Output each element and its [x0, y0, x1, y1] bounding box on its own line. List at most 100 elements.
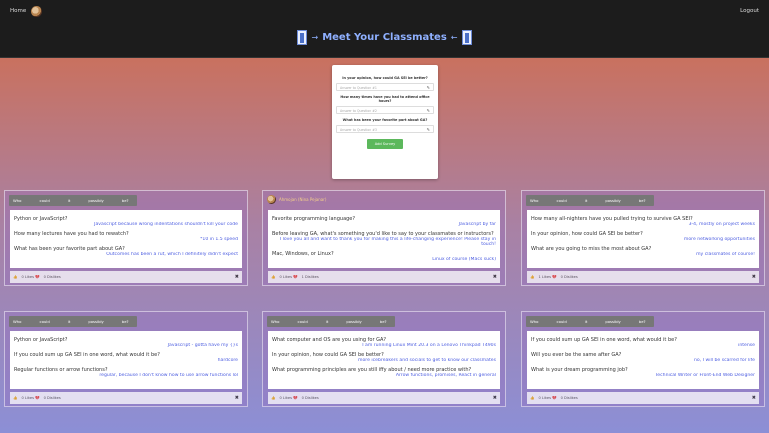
likes-count: 1 Likes	[538, 275, 551, 279]
thumbs-down-icon[interactable]: 💔	[35, 275, 39, 279]
tab-it[interactable]: it	[585, 319, 588, 324]
add-survey-button[interactable]: Add Survey	[367, 139, 403, 149]
answer-text: Javascript - gotta have my {}s	[167, 343, 238, 348]
delete-icon[interactable]: ✖	[235, 395, 239, 401]
brand-header: → Meet Your Classmates ←	[0, 30, 769, 49]
delete-icon[interactable]: ✖	[493, 274, 497, 280]
avatar[interactable]	[31, 6, 42, 17]
answer-text: Javascript by far	[458, 222, 496, 227]
door-icon	[297, 30, 308, 45]
answer-text: Outcomes has been a rut, which I definit…	[106, 252, 238, 258]
reveal-tabs[interactable]: Who could it possibly be?	[9, 316, 137, 327]
dislikes-count: 0 Dislikes	[560, 396, 578, 400]
door-icon	[461, 30, 472, 45]
survey-card: Who could it possibly be? Python or JavaScri…	[4, 311, 248, 407]
thumbs-up-icon[interactable]: 👍	[271, 275, 275, 279]
main-area: In your opinion, how could GA SEI be bet…	[0, 58, 769, 433]
survey-answer-3-input[interactable]: Answer to Question #3 ✎	[336, 125, 434, 133]
tab-possibly[interactable]: possibly	[346, 319, 361, 324]
reveal-tabs[interactable]: Who could it possibly be?	[9, 195, 137, 206]
card-footer: 👍 0 Likes 💔 0 Dislikes ✖	[10, 271, 242, 283]
tab-it[interactable]: it	[326, 319, 329, 324]
tab-possibly[interactable]: possibly	[88, 198, 103, 203]
thumbs-down-icon[interactable]: 💔	[293, 275, 297, 279]
thumbs-up-icon[interactable]: 👍	[13, 396, 17, 400]
tab-who[interactable]: Who	[530, 319, 538, 324]
tab-it[interactable]: it	[68, 319, 71, 324]
delete-icon[interactable]: ✖	[493, 395, 497, 401]
answer-text: my classmates of course!	[696, 252, 755, 258]
thumbs-down-icon[interactable]: 💔	[293, 396, 297, 400]
qa-list: Python or JavaScript? Javascript because…	[10, 210, 242, 268]
answer-text: Technical Writer or Front-End Web Design…	[655, 373, 755, 379]
delete-icon[interactable]: ✖	[752, 395, 756, 401]
thumbs-down-icon[interactable]: 💔	[35, 396, 39, 400]
tab-possibly[interactable]: possibly	[605, 198, 620, 203]
answer-text: Arrow functions, promises, React in gene…	[395, 373, 496, 379]
tab-could[interactable]: could	[297, 319, 307, 324]
delete-icon[interactable]: ✖	[752, 274, 756, 280]
tab-it[interactable]: it	[585, 198, 588, 203]
nav-home-link[interactable]: Home	[10, 8, 26, 14]
answer-text: I am running Linux Mint 20.3 on a Lenovo…	[362, 343, 496, 348]
survey-answer-2-input[interactable]: Answer to Question #2 ✎	[336, 106, 434, 114]
likes-count: 0 Likes	[279, 396, 292, 400]
tab-possibly[interactable]: possibly	[605, 319, 620, 324]
tab-be[interactable]: be?	[639, 198, 646, 203]
dislikes-count: 1 Dislikes	[301, 275, 319, 279]
likes-count: 0 Likes	[538, 396, 551, 400]
card-footer: 👍 0 Likes 💔 0 Dislikes ✖	[10, 392, 242, 404]
tab-could[interactable]: could	[39, 198, 49, 203]
tab-be[interactable]: be?	[122, 198, 129, 203]
reveal-tabs[interactable]: Who could it possibly be?	[526, 195, 654, 206]
arrow-right-icon: →	[311, 33, 319, 42]
thumbs-up-icon[interactable]: 👍	[530, 396, 534, 400]
survey-card: Who could it possibly be? Python or JavaScri…	[4, 190, 248, 286]
avatar	[267, 195, 276, 204]
tab-who[interactable]: Who	[530, 198, 538, 203]
tab-who[interactable]: Who	[13, 198, 21, 203]
thumbs-up-icon[interactable]: 👍	[13, 275, 17, 279]
tab-be[interactable]: be?	[639, 319, 646, 324]
thumbs-down-icon[interactable]: 💔	[552, 396, 556, 400]
answer-text: hardcore	[217, 358, 238, 364]
survey-question-3: What has been your favorite part about G…	[342, 118, 428, 122]
tab-who[interactable]: Who	[271, 319, 279, 324]
thumbs-down-icon[interactable]: 💔	[552, 275, 556, 279]
answer-text: more icebreakers and socials to get to k…	[358, 358, 496, 364]
likes-count: 0 Likes	[279, 275, 292, 279]
survey-answer-1-input[interactable]: Answer to Question #1 ✎	[336, 83, 434, 91]
card-footer: 👍 0 Likes 💔 1 Dislikes ✖	[268, 271, 500, 283]
card-footer: 👍 0 Likes 💔 0 Dislikes ✖	[268, 392, 500, 404]
tab-it[interactable]: it	[68, 198, 71, 203]
reveal-tabs[interactable]: Who could it possibly be?	[267, 316, 395, 327]
survey-question-1: In your opinion, how could GA SEI be bet…	[342, 76, 428, 80]
user-info: Ahmojan (Nina Pejanar)	[267, 195, 326, 204]
qa-list: How many all-nighters have you pulled tr…	[527, 210, 759, 268]
thumbs-up-icon[interactable]: 👍	[530, 275, 534, 279]
tab-who[interactable]: Who	[13, 319, 21, 324]
tab-be[interactable]: be?	[122, 319, 129, 324]
pencil-icon: ✎	[426, 127, 430, 132]
thumbs-up-icon[interactable]: 👍	[271, 396, 275, 400]
dislikes-count: 0 Dislikes	[301, 396, 319, 400]
survey-card: Ahmojan (Nina Pejanar) Favorite programm…	[262, 190, 506, 286]
answer-text: Javascript because wrong indentations sh…	[94, 222, 238, 227]
tab-be[interactable]: be?	[380, 319, 387, 324]
survey-card: Who could it possibly be? How many all-night…	[521, 190, 765, 286]
dislikes-count: 0 Dislikes	[560, 275, 578, 279]
answer-text: more networking opportunities	[683, 237, 755, 243]
survey-card: Who could it possibly be? If you could sum u…	[521, 311, 765, 407]
card-footer: 👍 1 Likes 💔 0 Dislikes ✖	[527, 271, 759, 283]
tab-possibly[interactable]: possibly	[88, 319, 103, 324]
answer-text: intense	[738, 343, 755, 348]
tab-could[interactable]: could	[556, 198, 566, 203]
tab-could[interactable]: could	[556, 319, 566, 324]
delete-icon[interactable]: ✖	[235, 274, 239, 280]
reveal-tabs[interactable]: Who could it possibly be?	[526, 316, 654, 327]
pencil-icon: ✎	[426, 85, 430, 90]
answer-text: no, I will be scarred for life	[693, 358, 755, 364]
qa-list: Python or JavaScript? Javascript - gotta…	[10, 331, 242, 389]
tab-could[interactable]: could	[39, 319, 49, 324]
nav-logout-link[interactable]: Logout	[740, 8, 759, 14]
